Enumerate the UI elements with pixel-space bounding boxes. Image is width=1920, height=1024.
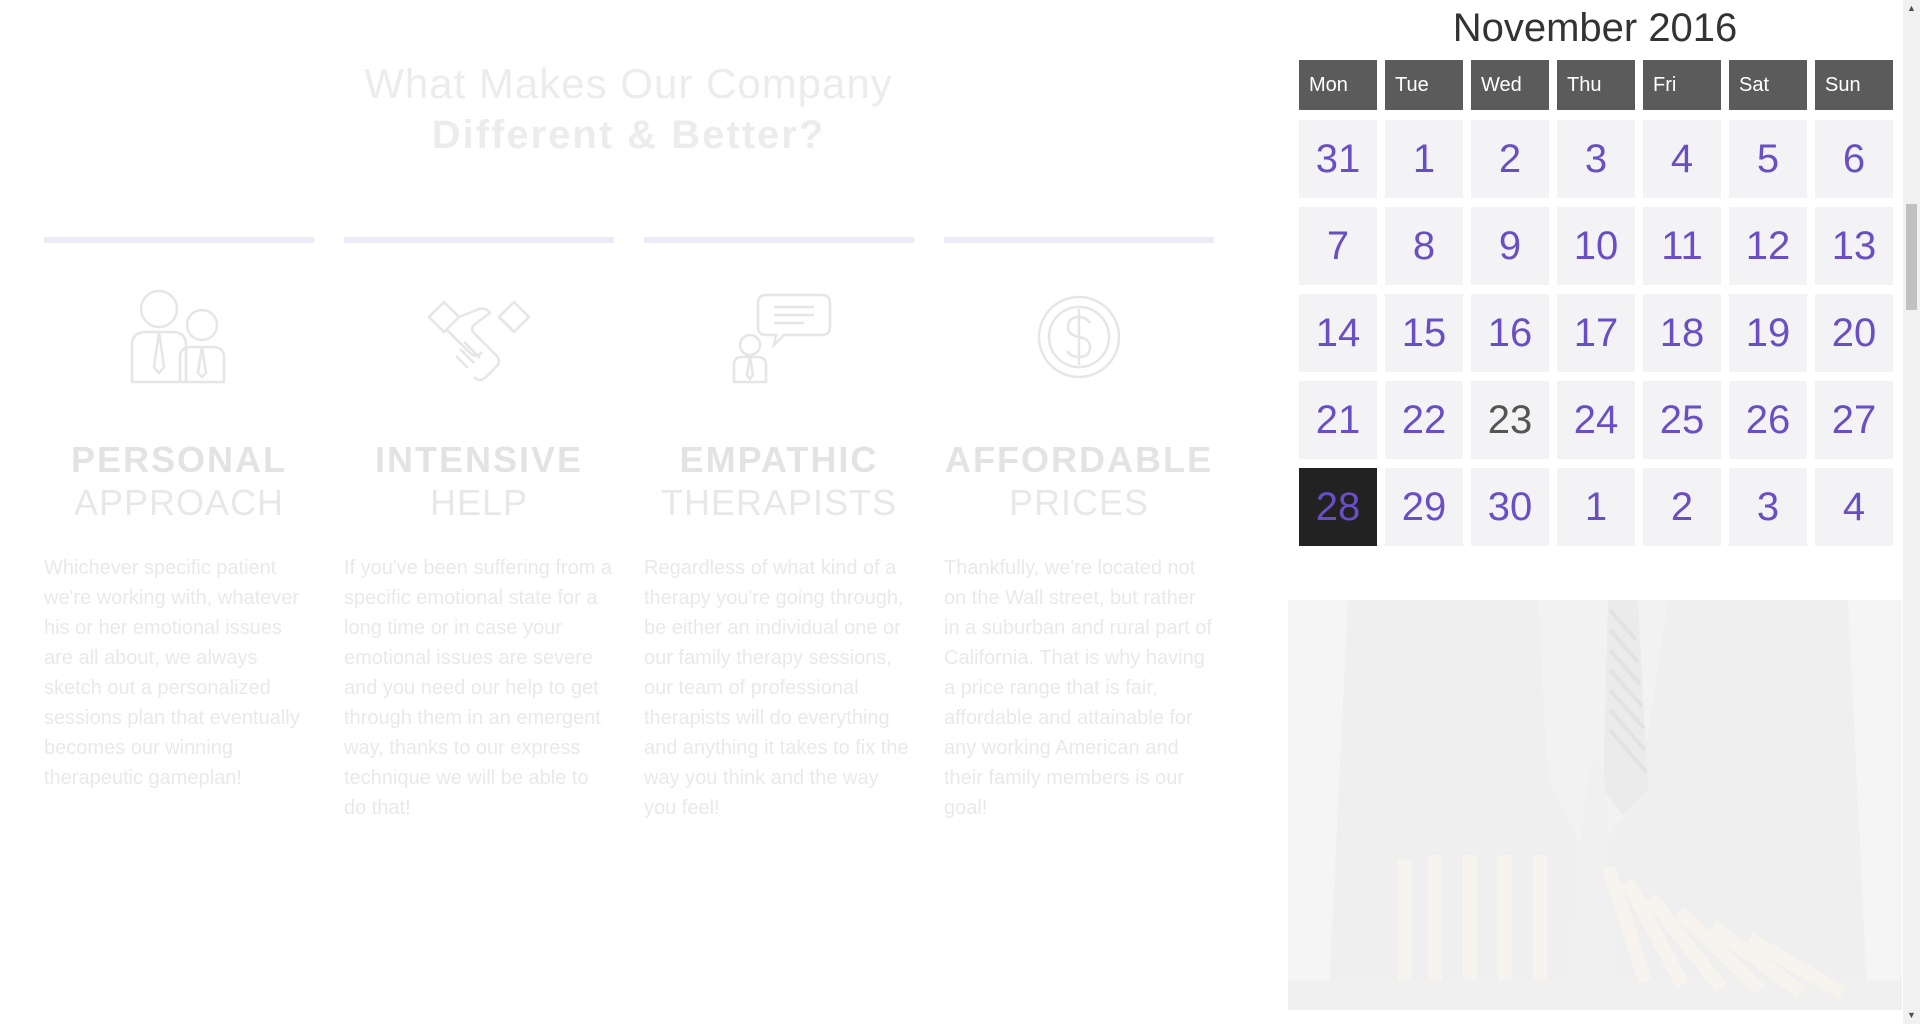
calendar-day-cell[interactable]: 10 <box>1557 207 1635 285</box>
scroll-down-arrow[interactable]: ▼ <box>1903 1007 1920 1024</box>
weekday-header-thu: Thu <box>1557 60 1635 110</box>
dollar-coin-icon <box>1037 295 1121 379</box>
calendar-day-cell[interactable]: 30 <box>1471 468 1549 546</box>
calendar-month-title: November 2016 <box>1452 6 1738 50</box>
calendar-day-cell[interactable]: 3 <box>1557 120 1635 198</box>
people-icon <box>130 289 226 384</box>
calendar-day-cell[interactable]: 15 <box>1385 294 1463 372</box>
feature-title-light: THERAPISTS <box>660 482 898 523</box>
calendar-day-cell[interactable]: 16 <box>1471 294 1549 372</box>
calendar-day-cell[interactable]: 1 <box>1385 120 1463 198</box>
calendar-day-cell[interactable]: 27 <box>1815 381 1893 459</box>
heading-line2: Different & Better? <box>431 113 826 157</box>
calendar-day-cell[interactable]: 22 <box>1385 381 1463 459</box>
calendar-day-cell[interactable]: 21 <box>1299 381 1377 459</box>
calendar-day-cell[interactable]: 3 <box>1729 468 1807 546</box>
weekday-header-tue: Tue <box>1385 60 1463 110</box>
calendar-day-cell[interactable]: 14 <box>1299 294 1377 372</box>
calendar-day-cell[interactable]: 18 <box>1643 294 1721 372</box>
feature-empathic-therapists: EMPATHIC THERAPISTS Regardless of what k… <box>644 237 914 823</box>
calendar-day-cell[interactable]: 1 <box>1557 468 1635 546</box>
feature-accent-bar <box>344 237 614 243</box>
feature-description: Whichever specific patient we're working… <box>44 557 300 789</box>
feature-title-bold: PERSONAL <box>70 439 288 480</box>
calendar-day-cell[interactable]: 7 <box>1299 207 1377 285</box>
weekday-header-mon: Mon <box>1299 60 1377 110</box>
calendar-day-cell[interactable]: 26 <box>1729 381 1807 459</box>
weekday-header-sun: Sun <box>1815 60 1893 110</box>
section-heading: What Makes Our Company Different & Bette… <box>0 60 1257 162</box>
dominoes-photo-illustration <box>1288 600 1902 1010</box>
calendar-day-cell[interactable]: 28 <box>1299 468 1377 546</box>
feature-title-light: PRICES <box>1008 482 1150 523</box>
calendar-day-cell[interactable]: 2 <box>1643 468 1721 546</box>
calendar-day-cell[interactable]: 11 <box>1643 207 1721 285</box>
weekday-header-wed: Wed <box>1471 60 1549 110</box>
feature-title-light: HELP <box>429 482 529 523</box>
calendar-day-cell[interactable]: 4 <box>1643 120 1721 198</box>
scroll-up-arrow[interactable]: ▲ <box>1903 0 1920 17</box>
calendar-day-cell[interactable]: 19 <box>1729 294 1807 372</box>
calendar-day-cell[interactable]: 24 <box>1557 381 1635 459</box>
feature-title-bold: AFFORDABLE <box>945 439 1213 480</box>
feature-accent-bar <box>644 237 914 243</box>
weekday-header-fri: Fri <box>1643 60 1721 110</box>
calendar-day-cell[interactable]: 13 <box>1815 207 1893 285</box>
calendar-day-cell[interactable]: 6 <box>1815 120 1893 198</box>
feature-title-light: APPROACH <box>73 482 285 523</box>
feature-title-bold: EMPATHIC <box>679 439 879 480</box>
feature-description: Thankfully, we're located not on the Wal… <box>944 557 1212 819</box>
calendar-day-cell[interactable]: 5 <box>1729 120 1807 198</box>
scrollbar-thumb[interactable] <box>1906 204 1917 310</box>
feature-intensive-help: INTENSIVE HELP If you've been suffering … <box>344 237 614 823</box>
calendar-day-cell[interactable]: 4 <box>1815 468 1893 546</box>
calendar-day-cell[interactable]: 17 <box>1557 294 1635 372</box>
feature-affordable-prices: AFFORDABLE PRICES Thankfully, we're loca… <box>944 237 1214 823</box>
page-scrollbar[interactable] <box>1903 0 1920 1024</box>
calendar-day-cell[interactable]: 2 <box>1471 120 1549 198</box>
weekday-header-sat: Sat <box>1729 60 1807 110</box>
heading-line1: What Makes Our Company <box>364 60 893 107</box>
calendar-day-cell[interactable]: 9 <box>1471 207 1549 285</box>
feature-accent-bar <box>44 237 314 243</box>
feature-description: If you've been suffering from a specific… <box>344 557 613 819</box>
calendar-day-cell[interactable]: 31 <box>1299 120 1377 198</box>
feature-description: Regardless of what kind of a therapy you… <box>644 557 909 819</box>
calendar-day-cell[interactable]: 8 <box>1385 207 1463 285</box>
feature-accent-bar <box>944 237 1214 243</box>
calendar-day-cell[interactable]: 25 <box>1643 381 1721 459</box>
calendar-day-cell[interactable]: 29 <box>1385 468 1463 546</box>
handshake-icon <box>427 300 531 382</box>
calendar-day-cell[interactable]: 23 <box>1471 381 1549 459</box>
hero-photo <box>1288 600 1902 1010</box>
feature-personal-approach: PERSONAL APPROACH Whichever specific pat… <box>44 237 314 793</box>
calendar-day-cell[interactable]: 12 <box>1729 207 1807 285</box>
calendar-day-cell[interactable]: 20 <box>1815 294 1893 372</box>
chat-person-icon <box>732 293 832 384</box>
feature-title-bold: INTENSIVE <box>374 439 584 480</box>
